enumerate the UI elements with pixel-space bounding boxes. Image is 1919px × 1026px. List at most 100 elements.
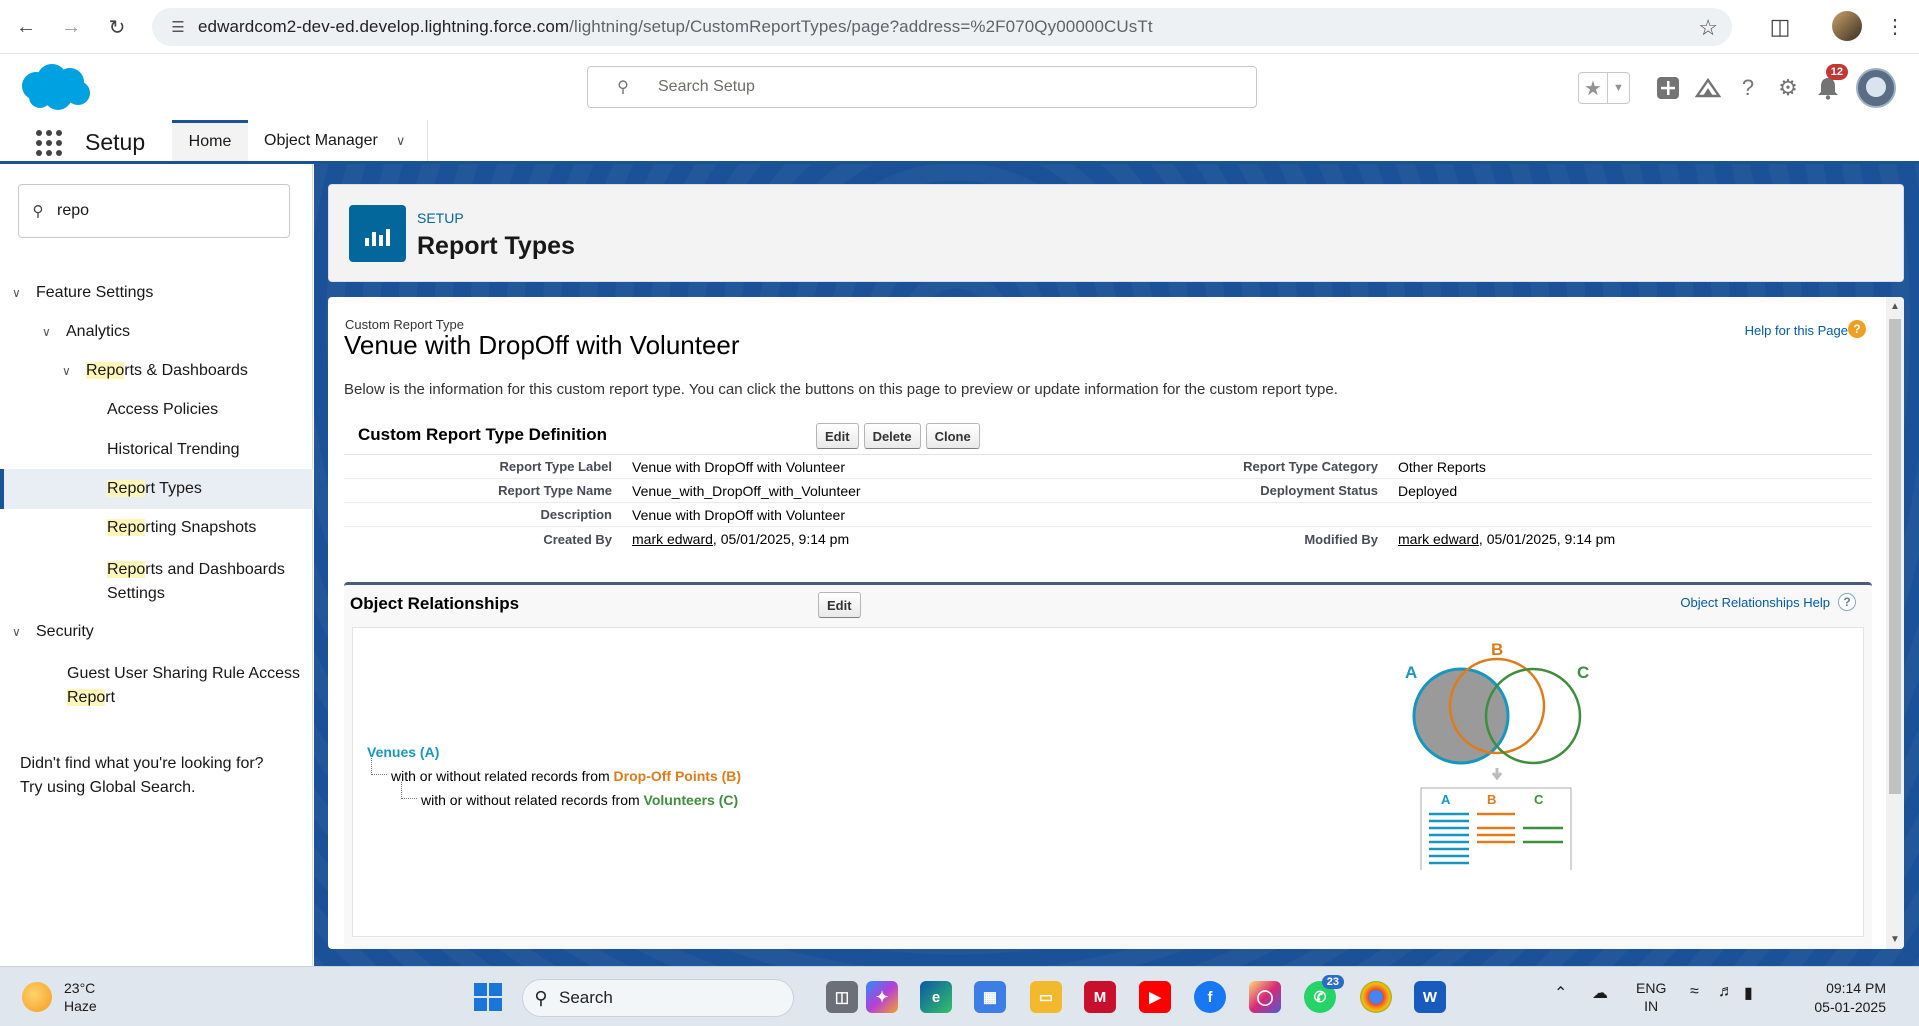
browser-profile-avatar[interactable] <box>1832 11 1862 41</box>
browser-menu-icon[interactable]: ⋮ <box>1885 14 1905 39</box>
language-indicator[interactable]: ENG IN <box>1636 979 1666 1015</box>
forward-arrow-icon[interactable]: → <box>55 11 87 43</box>
venn-label-c: C <box>1577 663 1589 682</box>
edge-browser-icon[interactable]: e <box>920 981 952 1013</box>
tree-guest-user-sharing-report[interactable]: Guest User Sharing Rule Access Report <box>67 662 300 710</box>
tree-reports-dashboards[interactable]: ∨ Reports & Dashboards <box>62 362 248 380</box>
word-icon[interactable]: W <box>1414 981 1446 1013</box>
field-label: Description <box>540 507 612 522</box>
copilot-icon[interactable]: ✦ <box>866 981 898 1013</box>
chevron-down-icon[interactable]: ∨ <box>62 364 82 378</box>
page-header-label: SETUP <box>417 210 464 226</box>
facebook-icon[interactable]: f <box>1194 981 1226 1013</box>
favorites-star-icon[interactable]: ★ <box>1579 73 1608 103</box>
chevron-down-icon[interactable]: ∨ <box>396 133 406 149</box>
edit-button[interactable]: Edit <box>816 423 859 449</box>
tree-analytics[interactable]: ∨ Analytics <box>42 323 130 341</box>
help-for-this-page-link[interactable]: Help for this Page <box>1745 323 1848 338</box>
tree-security[interactable]: ∨ Security <box>12 623 94 641</box>
edit-relationships-button[interactable]: Edit <box>818 592 861 618</box>
tree-historical-trending[interactable]: Historical Trending <box>107 441 240 459</box>
show-hidden-icons-chevron[interactable]: ⌃ <box>1554 983 1567 1003</box>
search-icon: ⚲ <box>32 203 44 220</box>
mcafee-icon[interactable]: M <box>1084 981 1116 1013</box>
object-relationships-section: Object Relationships Edit Object Relatio… <box>344 582 1872 949</box>
created-by-user-link[interactable]: mark edward <box>632 531 713 547</box>
tree-label: Historical Trending <box>107 441 240 458</box>
wifi-icon[interactable]: ≈ <box>1690 983 1699 1001</box>
user-avatar[interactable] <box>1856 68 1896 108</box>
back-arrow-icon[interactable]: ← <box>10 11 42 43</box>
quick-find-input[interactable]: ⚲ repo <box>18 184 290 238</box>
extensions-icon[interactable]: ◫ <box>1766 13 1794 41</box>
file-explorer-icon[interactable]: ▭ <box>1030 981 1062 1013</box>
panel-scrollbar[interactable]: ▲ ▼ <box>1886 297 1904 949</box>
help-question-icon[interactable]: ? <box>1728 72 1768 104</box>
setup-search-input[interactable]: ⚲ Search Setup <box>587 66 1257 108</box>
youtube-icon[interactable]: ▶ <box>1139 981 1171 1013</box>
svg-text:A: A <box>1441 792 1451 807</box>
tree-access-policies[interactable]: Access Policies <box>107 401 218 419</box>
whatsapp-icon[interactable]: ✆ 23 <box>1304 975 1344 1013</box>
microsoft-store-icon[interactable]: ▦ <box>974 981 1006 1013</box>
weather-temperature: 23°C <box>64 980 96 996</box>
scrollbar-thumb[interactable] <box>1889 319 1901 794</box>
taskbar-search[interactable]: ⚲ Search <box>522 979 794 1017</box>
weather-widget[interactable]: 23°C Haze <box>22 979 97 1015</box>
search-icon: ⚲ <box>617 79 629 96</box>
tree-label: Guest User Sharing Rule Access <box>67 665 300 682</box>
chevron-down-icon[interactable]: ∨ <box>12 286 32 300</box>
help-question-icon[interactable]: ? <box>1838 593 1856 611</box>
tree-report-types[interactable]: Report Types <box>107 480 202 498</box>
whatsapp-unread-badge: 23 <box>1321 975 1344 989</box>
delete-button[interactable]: Delete <box>863 423 921 449</box>
tree-reports-dashboards-settings[interactable]: Reports and Dashboards Settings <box>107 558 285 606</box>
page-title: Report Types <box>417 232 575 260</box>
search-icon: ⚲ <box>534 987 548 1008</box>
notifications-bell-icon[interactable]: 12 <box>1808 64 1848 104</box>
tab-object-manager[interactable]: Object Manager ∨ <box>248 120 428 161</box>
intro-text: Below is the information for this custom… <box>344 381 1338 398</box>
system-clock[interactable]: 09:14 PM 05-01-2025 <box>1786 979 1886 1017</box>
url-text: edwardcom2-dev-ed.develop.lightning.forc… <box>198 17 1153 37</box>
tree-label: Reporting Snapshots <box>107 519 257 536</box>
scroll-down-arrow-icon[interactable]: ▼ <box>1890 934 1900 945</box>
windows-start-icon[interactable] <box>474 983 502 1011</box>
trailhead-icon[interactable] <box>1688 72 1728 104</box>
battery-icon[interactable]: ▮ <box>1744 983 1753 1003</box>
field-value: Other Reports <box>1398 458 1486 475</box>
definition-header: Custom Report Type Definition Edit Delet… <box>344 415 1872 455</box>
bookmark-star-icon[interactable]: ☆ <box>1698 15 1718 41</box>
help-question-icon[interactable]: ? <box>1848 320 1866 338</box>
field-label: Report Type Category <box>1243 459 1378 474</box>
task-view-icon[interactable]: ◫ <box>826 981 858 1013</box>
scroll-up-arrow-icon[interactable]: ▲ <box>1890 301 1900 312</box>
chevron-down-icon[interactable]: ∨ <box>42 325 62 339</box>
tab-home[interactable]: Home <box>172 120 248 161</box>
tree-label-line2: Settings <box>107 585 165 602</box>
address-bar[interactable]: ☰ edwardcom2-dev-ed.develop.lightning.fo… <box>152 8 1732 46</box>
modified-by-user-link[interactable]: mark edward <box>1398 531 1479 547</box>
field-value: Deployed <box>1398 482 1458 499</box>
object-relationships-help-link[interactable]: Object Relationships Help <box>1680 595 1830 610</box>
weather-sun-icon <box>22 982 52 1012</box>
site-settings-icon[interactable]: ☰ <box>158 18 198 36</box>
salesforce-cloud-logo[interactable] <box>18 62 92 112</box>
reload-icon[interactable]: ↻ <box>101 11 133 43</box>
chrome-browser-icon[interactable] <box>1360 981 1392 1013</box>
setup-gear-icon[interactable]: ⚙ <box>1768 72 1808 104</box>
instagram-icon[interactable]: ◯ <box>1249 981 1281 1013</box>
definition-heading: Custom Report Type Definition <box>358 424 608 444</box>
url-path: /lightning/setup/CustomReportTypes/page?… <box>569 17 1153 36</box>
app-launcher-icon[interactable] <box>36 130 64 156</box>
onedrive-cloud-icon[interactable]: ☁ <box>1592 983 1608 1003</box>
global-actions-add-icon[interactable] <box>1648 72 1688 104</box>
clone-button[interactable]: Clone <box>925 423 980 449</box>
tree-reporting-snapshots[interactable]: Reporting Snapshots <box>107 519 256 537</box>
tree-feature-settings[interactable]: ∨ Feature Settings <box>12 284 153 302</box>
global-header: ⚲ Search Setup ★ ▼ ? ⚙ 12 <box>0 54 1919 120</box>
volume-icon[interactable]: ♬ <box>1718 983 1734 1001</box>
chevron-down-icon[interactable]: ∨ <box>12 625 32 639</box>
clock-time: 09:14 PM <box>1826 980 1886 996</box>
favorites-dropdown-icon[interactable]: ▼ <box>1608 73 1629 103</box>
